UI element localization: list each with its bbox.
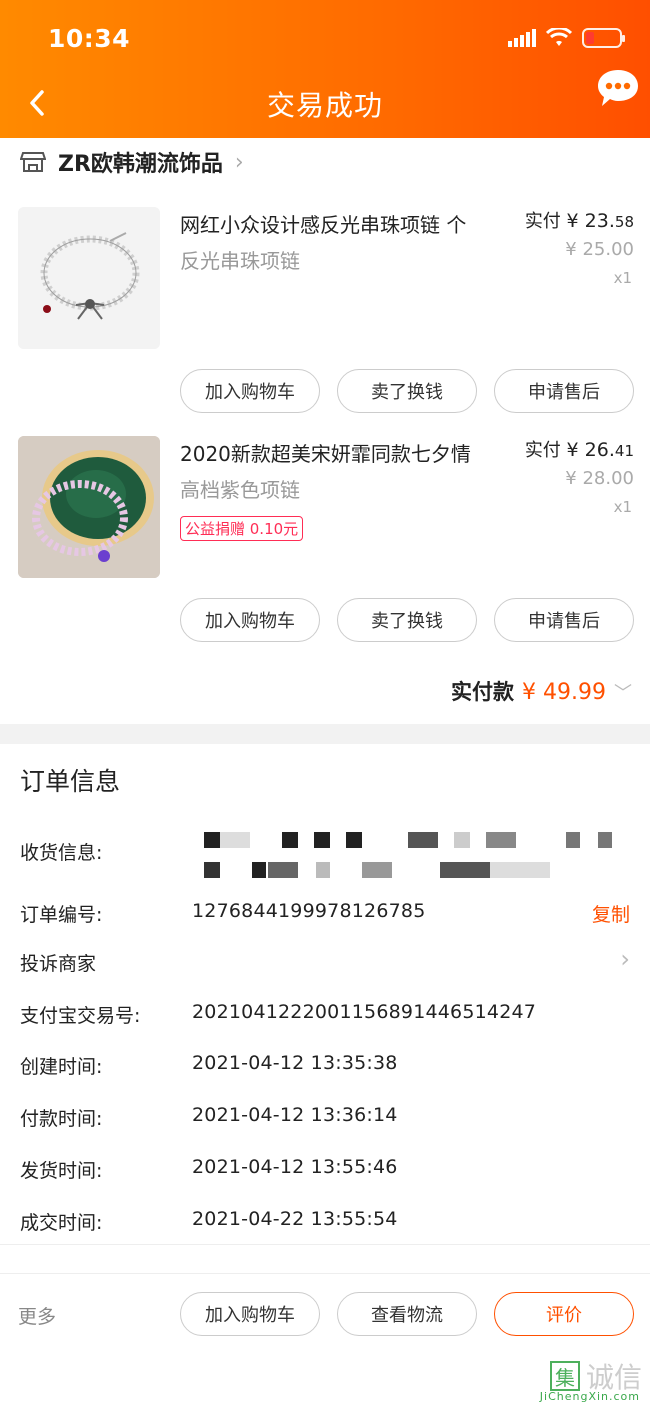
order-item[interactable]: 2020新款超美宋妍霏同款七夕情 高档紫色项链 公益捐赠 0.10元 实付 ¥ … (18, 436, 638, 582)
status-time: 10:34 (48, 24, 131, 53)
paid-label: 实付 (524, 211, 561, 232)
alipay-label: 支付宝交易号: (20, 1005, 141, 1027)
product-spec: 高档紫色项链 (180, 478, 300, 502)
shipping-label: 收货信息: (20, 842, 103, 864)
order-number: 1276844199978126785 (192, 900, 426, 922)
page-title: 交易成功 (266, 89, 383, 122)
watermark-url: JiChengXin.com (539, 1390, 640, 1403)
original-price: ¥ 25.00 (565, 239, 634, 260)
paid-price: 实付 ¥ 23.58 (525, 207, 634, 233)
paid-label: 实付 (524, 440, 561, 461)
quantity: x1 (613, 269, 632, 287)
paid-int: ¥ 23. (566, 210, 615, 232)
resell-button[interactable]: 卖了换钱 (337, 598, 477, 642)
order-item[interactable]: 网红小众设计感反光串珠项链 个 反光串珠项链 实付 ¥ 23.58 ¥ 25.0… (18, 207, 638, 353)
product-title[interactable]: 网红小众设计感反光串珠项链 个 (180, 209, 510, 238)
header-bar: 10:34 交易成功 (0, 0, 650, 138)
section-divider (0, 724, 650, 744)
review-button[interactable]: 评价 (494, 1292, 634, 1336)
product-image[interactable] (18, 436, 160, 578)
view-logistics-button[interactable]: 查看物流 (337, 1292, 477, 1336)
battery-icon (582, 28, 625, 48)
copy-button[interactable]: 复制 (592, 900, 630, 927)
order-number-label: 订单编号: (20, 904, 103, 926)
order-info-title: 订单信息 (20, 767, 121, 796)
create-time: 2021-04-12 13:35:38 (192, 1052, 398, 1074)
order-total[interactable]: 实付款 ¥ 49.99 ﹀ (451, 676, 632, 706)
product-spec: 反光串珠项链 (180, 249, 300, 273)
wifi-icon (546, 28, 572, 46)
paid-dec: 58 (614, 213, 634, 231)
divider (0, 1244, 650, 1245)
quantity: x1 (613, 498, 632, 516)
pay-time-label: 付款时间: (20, 1108, 103, 1130)
charity-badge: 公益捐赠 0.10元 (180, 516, 304, 541)
ship-time: 2021-04-12 13:55:46 (192, 1156, 398, 1178)
chevron-right-icon: › (620, 945, 630, 973)
chevron-right-icon: › (234, 149, 244, 175)
add-to-cart-button[interactable]: 加入购物车 (180, 598, 320, 642)
shop-name: ZR欧韩潮流饰品 (58, 152, 223, 177)
deal-time-label: 成交时间: (20, 1212, 103, 1234)
shop-header[interactable]: ZR欧韩潮流饰品 › (20, 146, 244, 178)
product-title[interactable]: 2020新款超美宋妍霏同款七夕情 (180, 438, 510, 467)
add-to-cart-button[interactable]: 加入购物车 (180, 1292, 320, 1336)
after-sale-button[interactable]: 申请售后 (494, 369, 634, 413)
original-price: ¥ 28.00 (565, 468, 634, 489)
total-amount: ¥ 49.99 (522, 680, 606, 705)
item-actions: 加入购物车 卖了换钱 申请售后 (180, 598, 634, 642)
paid-price: 实付 ¥ 26.41 (525, 436, 634, 462)
shipping-info-row: 收货信息: (20, 832, 630, 888)
resell-button[interactable]: 卖了换钱 (337, 369, 477, 413)
after-sale-button[interactable]: 申请售后 (494, 598, 634, 642)
status-icons (508, 28, 625, 48)
more-button[interactable]: 更多 (18, 1302, 56, 1329)
total-label: 实付款 (451, 680, 515, 704)
ship-time-label: 发货时间: (20, 1160, 103, 1182)
alipay-number: 2021041222001156891446514247 (192, 1001, 537, 1023)
product-image[interactable] (18, 207, 160, 349)
create-time-label: 创建时间: (20, 1056, 103, 1078)
chevron-down-icon: ﹀ (614, 683, 632, 704)
signal-icon (508, 29, 536, 47)
pay-time: 2021-04-12 13:36:14 (192, 1104, 398, 1126)
complain-label: 投诉商家 (20, 953, 97, 975)
shop-icon (20, 152, 46, 172)
paid-int: ¥ 26. (566, 439, 615, 461)
paid-dec: 41 (614, 442, 634, 460)
watermark-icon: 集 (549, 1361, 580, 1391)
add-to-cart-button[interactable]: 加入购物车 (180, 369, 320, 413)
deal-time: 2021-04-22 13:55:54 (192, 1208, 398, 1230)
item-actions: 加入购物车 卖了换钱 申请售后 (180, 369, 634, 413)
bottom-actions: 加入购物车 查看物流 评价 (180, 1292, 634, 1336)
